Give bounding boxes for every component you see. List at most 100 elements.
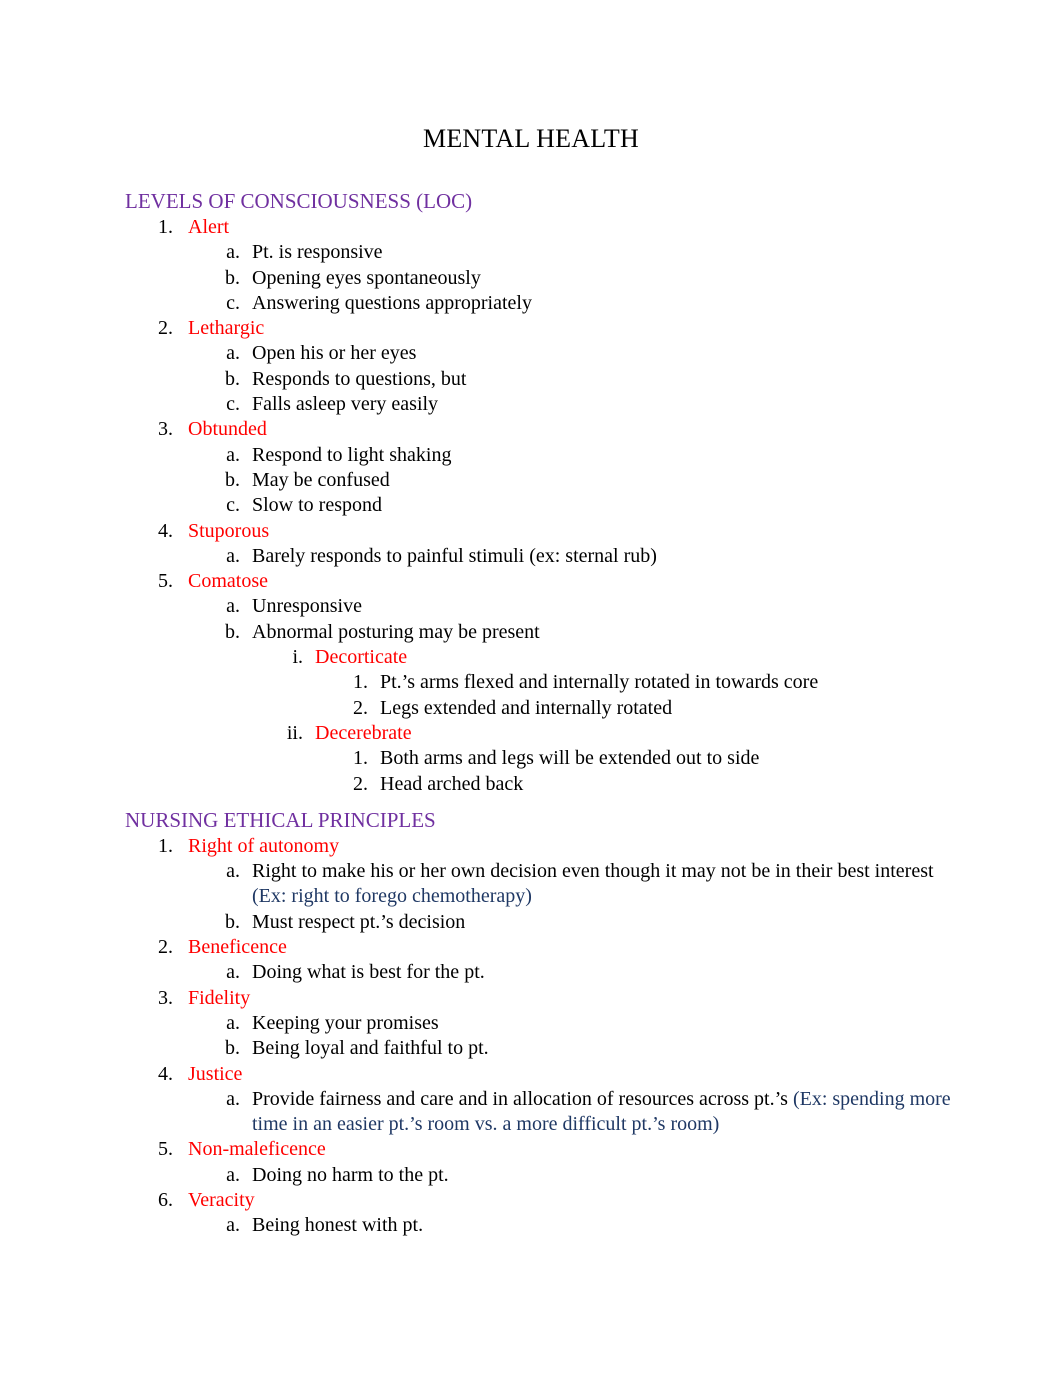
outline-item-label: Provide fairness and care and in allocat…	[252, 1087, 793, 1110]
outline-item-l2-respond-to-light-shaking: a. Respond to light shaking	[125, 443, 955, 468]
outline-item-text: Legs extended and internally rotated	[380, 696, 955, 721]
outline-item-l1-comatose: 5. Comatose	[125, 569, 955, 594]
outline-item-label: Doing what is best for the pt.	[252, 961, 485, 984]
outline-item-text: Slow to respond	[252, 493, 955, 518]
list-marker: b.	[225, 266, 240, 289]
document-page: MENTAL HEALTH LEVELS OF CONSCIOUSNESS (L…	[0, 0, 1062, 1377]
outline-item-l2-keeping-your-promises: a. Keeping your promises	[125, 1011, 955, 1036]
outline-item-label: Responds to questions, but	[252, 367, 467, 390]
outline-item-label: Fidelity	[188, 986, 251, 1009]
outline-item-label: Respond to light shaking	[252, 443, 452, 466]
outline-item-l2-pt-is-responsive: a. Pt. is responsive	[125, 240, 955, 265]
outline-item-l2-abnormal-posturing-may-be-present: b. Abnormal posturing may be present	[125, 620, 955, 645]
outline-item-label: Both arms and legs will be extended out …	[380, 747, 760, 770]
outline-item-l2-may-be-confused: b. May be confused	[125, 468, 955, 493]
outline-item-text: Obtunded	[188, 417, 955, 442]
list-marker: 1.	[158, 834, 173, 857]
section-heading-levels-of-consciousness-loc: LEVELS OF CONSCIOUSNESS (LOC)	[125, 189, 473, 213]
list-marker: a.	[226, 1087, 240, 1110]
outline-item-text: Both arms and legs will be extended out …	[380, 746, 955, 771]
outline-item-example-note: (Ex: right to forego chemotherapy)	[252, 885, 532, 908]
outline-item-label: Veracity	[188, 1188, 255, 1211]
outline-item-text: Decorticate	[315, 645, 955, 670]
outline-item-label: Slow to respond	[252, 494, 382, 517]
outline-item-text: Responds to questions, but	[252, 367, 955, 392]
list-marker: c.	[226, 494, 240, 517]
outline-item-text: Right to make his or her own decision ev…	[252, 859, 955, 910]
outline-item-text: Abnormal posturing may be present	[252, 620, 955, 645]
outline-item-text: Doing no harm to the pt.	[252, 1163, 955, 1188]
list-marker: 1.	[353, 671, 368, 694]
outline-item-l1-right-of-autonomy: 1. Right of autonomy	[125, 834, 955, 859]
list-marker: b.	[225, 620, 240, 643]
outline-item-text: Veracity	[188, 1188, 955, 1213]
outline-item-label: Doing no harm to the pt.	[252, 1163, 449, 1186]
outline-item-l2-being-honest-with-pt: a. Being honest with pt.	[125, 1213, 955, 1238]
outline-item-label: Alert	[188, 216, 230, 238]
list-marker: 4.	[158, 1062, 173, 1085]
list-marker: a.	[226, 443, 240, 466]
outline-item-text: Being honest with pt.	[252, 1213, 955, 1238]
outline-item-label: Answering questions appropriately	[252, 291, 532, 314]
list-marker: 2.	[353, 696, 368, 719]
list-marker: 5.	[158, 1138, 173, 1161]
outline-item-text: Pt. is responsive	[252, 240, 955, 265]
outline-item-text: Beneficence	[188, 935, 955, 960]
outline-item-l2-must-respect-pt-s-decision: b. Must respect pt.’s decision	[125, 910, 955, 935]
outline-item-label: Unresponsive	[252, 595, 362, 618]
list-marker: 5.	[158, 570, 173, 593]
outline-item-label: Head arched back	[380, 772, 524, 795]
list-marker: 1.	[158, 216, 173, 238]
outline-item-label: Must respect pt.’s decision	[252, 910, 466, 933]
list-marker: a.	[226, 1214, 240, 1237]
outline-item-label: Comatose	[188, 570, 268, 593]
outline-item-text: Decerebrate	[315, 721, 955, 746]
outline-item-text: Pt.’s arms flexed and internally rotated…	[380, 670, 955, 695]
outline-item-l1-non-maleficence: 5. Non-maleficence	[125, 1137, 955, 1162]
outline-item-text: Head arched back	[380, 772, 955, 797]
outline-item-text: Being loyal and faithful to pt.	[252, 1036, 955, 1061]
outline-item-text: May be confused	[252, 468, 955, 493]
list-marker: ii.	[286, 721, 303, 744]
outline-item-l2-open-his-or-her-eyes: a. Open his or her eyes	[125, 341, 955, 366]
outline-item-text: Answering questions appropriately	[252, 291, 955, 316]
outline-item-l2-slow-to-respond: c. Slow to respond	[125, 493, 955, 518]
outline-item-text: Non-maleficence	[188, 1137, 955, 1162]
outline-item-label: Obtunded	[188, 418, 267, 441]
outline-item-l4-pt-s-arms-flexed-and-internally-rota: 1. Pt.’s arms flexed and internally rotat…	[125, 670, 955, 695]
outline-item-l2-unresponsive: a. Unresponsive	[125, 594, 955, 619]
outline-item-l4-both-arms-and-legs-will-be-extended-: 1. Both arms and legs will be extended ou…	[125, 746, 955, 771]
outline-item-label: Right to make his or her own decision ev…	[252, 860, 934, 883]
list-marker: a.	[226, 860, 240, 883]
outline-item-text: Justice	[188, 1062, 955, 1087]
outline-item-text: Barely responds to painful stimuli (ex: …	[252, 544, 955, 569]
outline-item-text: Keeping your promises	[252, 1011, 955, 1036]
outline-item-text: Falls asleep very easily	[252, 392, 955, 417]
list-marker: a.	[226, 1163, 240, 1186]
outline-item-label: Keeping your promises	[252, 1011, 439, 1034]
outline-item-label: Decerebrate	[315, 721, 412, 744]
outline-item-label: Stuporous	[188, 519, 270, 542]
list-marker: b.	[225, 1037, 240, 1060]
outline-item-text: Lethargic	[188, 316, 955, 341]
outline-item-l4-legs-extended-and-internally-rotated: 2. Legs extended and internally rotated	[125, 696, 955, 721]
list-marker: 3.	[158, 418, 173, 441]
outline-item-label: Pt.’s arms flexed and internally rotated…	[380, 671, 819, 694]
outline-item-text: Comatose	[188, 569, 955, 594]
section-heading-nursing-ethical-principles: NURSING ETHICAL PRINCIPLES	[125, 807, 436, 832]
list-marker: 6.	[158, 1188, 173, 1211]
outline-item-l1-stuporous: 4. Stuporous	[125, 519, 955, 544]
outline-item-l1-veracity: 6. Veracity	[125, 1188, 955, 1213]
list-marker: 2.	[158, 936, 173, 959]
outline-item-l2-provide-fairness-and-care-and-in-all: a. Provide fairness and care and in alloc…	[125, 1087, 955, 1138]
list-marker: b.	[225, 910, 240, 933]
outline-item-l2-answering-questions-appropriately: c. Answering questions appropriately	[125, 291, 955, 316]
outline-item-text: Unresponsive	[252, 594, 955, 619]
list-marker: 2.	[353, 772, 368, 795]
outline-item-l2-opening-eyes-spontaneously: b. Opening eyes spontaneously	[125, 266, 955, 291]
outline-item-l2-barely-responds-to-painful-stimuli-e: a. Barely responds to painful stimuli (ex…	[125, 544, 955, 569]
outline-item-text: Open his or her eyes	[252, 341, 955, 366]
outline-item-l2-doing-no-harm-to-the-pt: a. Doing no harm to the pt.	[125, 1163, 955, 1188]
outline-item-text: Fidelity	[188, 986, 955, 1011]
outline-item-l2-falls-asleep-very-easily: c. Falls asleep very easily	[125, 392, 955, 417]
